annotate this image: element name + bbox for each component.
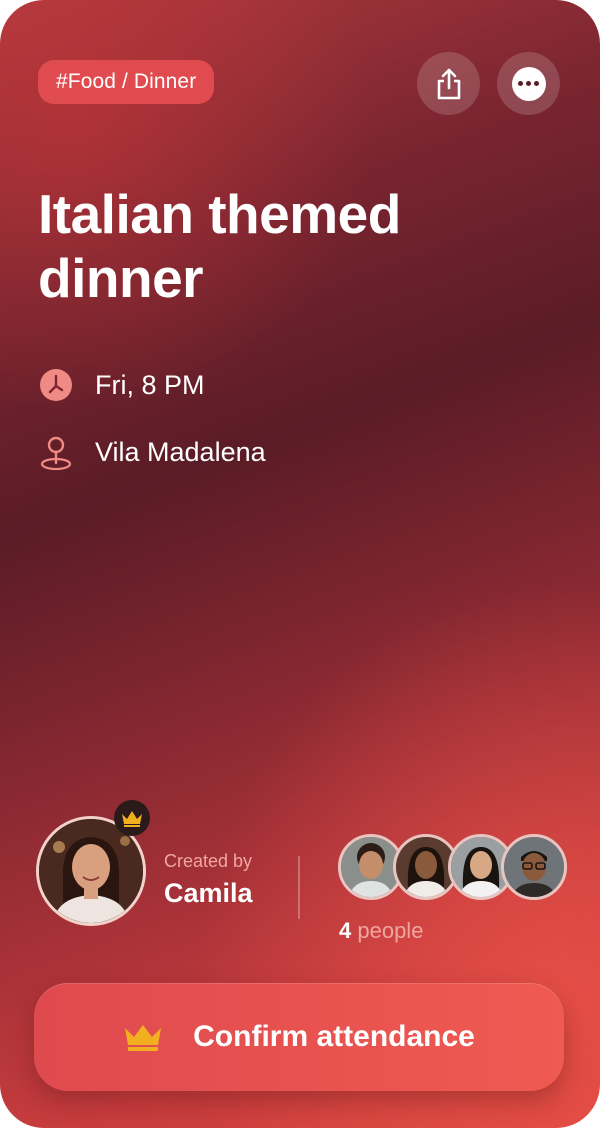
location-pin-icon <box>38 434 74 471</box>
event-location: Vila Madalena <box>95 436 266 467</box>
clock-icon <box>38 367 74 403</box>
event-time: Fri, 8 PM <box>95 369 205 400</box>
attendee-avatar[interactable] <box>501 834 567 900</box>
more-icon <box>511 66 546 101</box>
attendee-avatars[interactable] <box>338 834 568 902</box>
event-card: #Food / Dinner Italian themed dinner Fri… <box>0 0 600 1128</box>
share-button[interactable] <box>417 52 480 115</box>
crown-icon <box>122 811 142 827</box>
event-time-row: Fri, 8 PM <box>38 365 205 405</box>
confirm-attendance-label: Confirm attendance <box>193 1020 475 1053</box>
created-by-label: Created by <box>164 851 253 871</box>
creator-name[interactable]: Camila <box>164 878 253 909</box>
event-location-row[interactable]: Vila Madalena <box>38 432 266 472</box>
host-crown-badge <box>114 800 150 836</box>
confirm-attendance-button[interactable]: Confirm attendance <box>34 983 564 1091</box>
event-title: Italian themed dinner <box>38 183 401 309</box>
divider <box>298 856 300 919</box>
more-options-button[interactable] <box>497 52 560 115</box>
share-icon <box>437 68 460 99</box>
category-tag[interactable]: #Food / Dinner <box>38 60 215 104</box>
attendee-count: 4 people <box>339 918 424 943</box>
crown-icon <box>123 1021 163 1053</box>
